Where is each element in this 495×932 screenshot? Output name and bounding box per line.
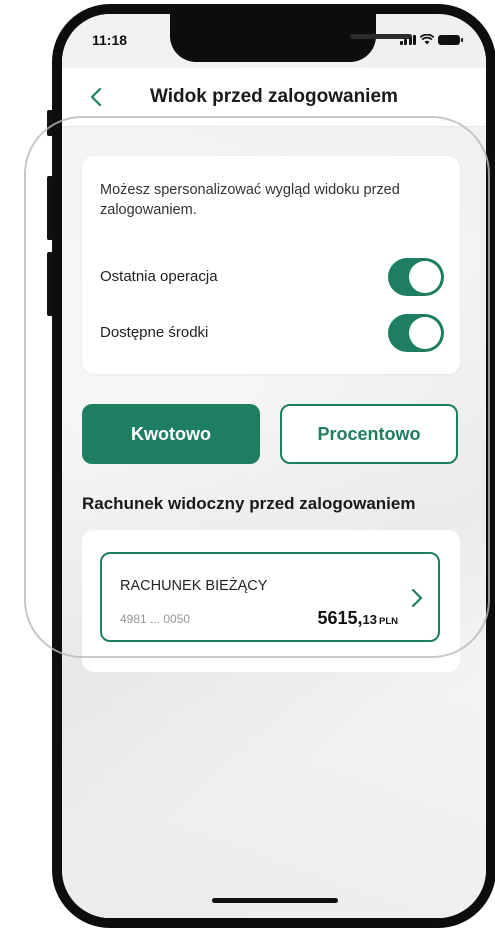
chevron-right-icon[interactable]: [408, 586, 426, 610]
account-balance: 5615,13 PLN: [317, 608, 398, 629]
app-screen: 11:18 Widok przed zalogowaniem Możesz sp…: [62, 14, 486, 918]
account-card: RACHUNEK BIEŻĄCY 4981 ... 0050 5615,13 PL…: [82, 530, 460, 672]
battery-icon: [438, 35, 463, 45]
account-name: RACHUNEK BIEŻĄCY: [120, 578, 268, 594]
toggle-knob: [409, 317, 441, 349]
home-indicator[interactable]: [212, 898, 338, 903]
status-time: 11:18: [92, 32, 128, 48]
toggle-knob: [409, 261, 441, 293]
signal-icon: [399, 35, 416, 45]
percent-mode-button[interactable]: Procentowo: [280, 404, 458, 464]
toggle-label: Ostatnia operacja: [100, 268, 218, 285]
settings-card: Możesz spersonalizować wygląd widoku prz…: [82, 156, 460, 374]
balance-integer: 5615,: [317, 608, 363, 628]
section-title: Rachunek widoczny przed zalogowaniem: [82, 494, 416, 513]
available-funds-toggle[interactable]: [388, 314, 444, 352]
chevron-left-icon[interactable]: [84, 84, 110, 110]
toggle-label: Dostępne środki: [100, 324, 209, 341]
toggle-row-last-operation: Ostatnia operacja: [100, 258, 446, 298]
page-header: Widok przed zalogowaniem: [62, 68, 486, 127]
last-operation-toggle[interactable]: [388, 258, 444, 296]
status-icons: [399, 34, 463, 45]
page-title: Widok przed zalogowaniem: [150, 86, 398, 107]
settings-description: Możesz spersonalizować wygląd widoku prz…: [100, 182, 400, 218]
balance-decimal: 13: [362, 612, 377, 627]
screen-background: [62, 14, 486, 918]
account-number: 4981 ... 0050: [120, 612, 191, 626]
notch: [170, 14, 412, 62]
balance-currency: PLN: [379, 616, 398, 627]
amount-mode-button[interactable]: Kwotowo: [82, 404, 260, 464]
wifi-icon: [420, 34, 434, 45]
toggle-row-available-funds: Dostępne środki: [100, 314, 446, 354]
account-item[interactable]: RACHUNEK BIEŻĄCY 4981 ... 0050 5615,13 PL…: [100, 552, 440, 642]
